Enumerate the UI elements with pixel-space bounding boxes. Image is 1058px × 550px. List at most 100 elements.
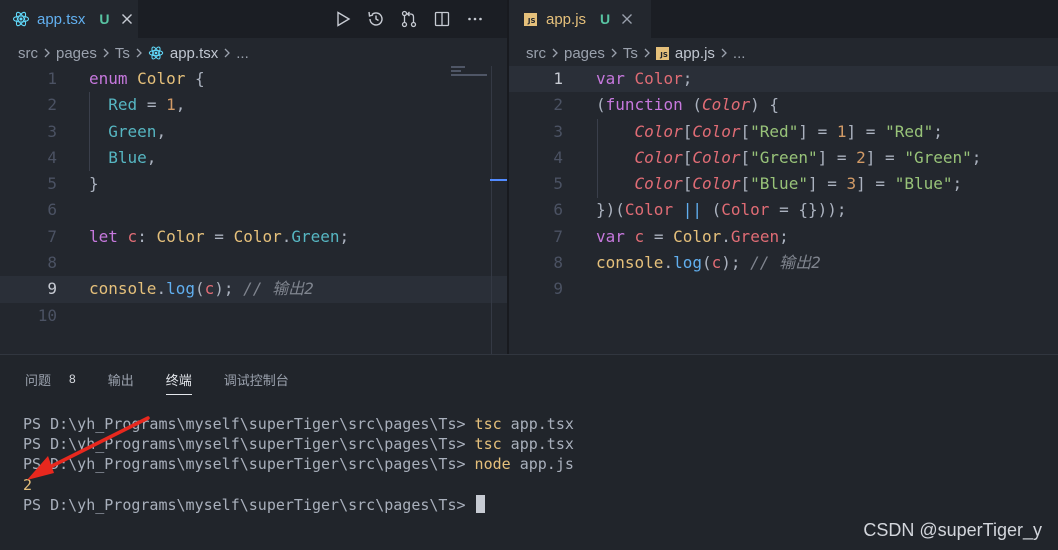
code-line: 3 Color[Color["Red"] = 1] = "Red"; [509,119,1058,145]
code-line: 2 Red = 1, [0,92,507,118]
code-line: 5} [0,171,507,197]
tab-label: 终端 [165,372,192,388]
scrollbar[interactable] [491,66,492,354]
code-editor[interactable]: 1 var Color; 2 (function (Color) { 3 Color… [509,66,1058,303]
tab-terminal[interactable]: 终端 [165,369,192,395]
watermark: CSDN @superTiger_y [863,520,1042,540]
code-line: 4 Color[Color["Green"] = 2] = "Green"; [509,145,1058,171]
breadcrumb-symbol[interactable]: ... [733,45,746,62]
chevron-right-icon [610,47,618,59]
code-text: Red = 1, [108,95,186,115]
tab-label: 输出 [107,372,134,388]
tab-app-tsx[interactable]: app.tsx U [0,0,138,38]
bottom-panel: 问题 8 输出 终端 调试控制台 PS D:\yh_Programs\mysel… [0,354,1058,550]
code-text: var Color; [596,69,693,88]
editor-pane-right[interactable]: JS app.js U src pages Ts JS app.js ... 1… [509,0,1058,354]
code-text: })(Color || (Color = {})); [596,200,847,220]
terminal-line: PS D:\yh_Programs\myself\superTiger\src\… [23,415,574,433]
tab-label: 调试控制台 [223,372,289,388]
code-text: let c: Color = Color.Green; [89,226,350,246]
breadcrumb-folder[interactable]: pages [56,45,97,62]
tab-bar: JS app.js U [509,0,1058,38]
code-text: (function (Color) { [596,95,780,115]
tab-output[interactable]: 输出 [108,369,134,389]
more-actions-icon[interactable] [465,9,485,29]
chevron-right-icon [223,47,231,59]
tab-label: app.tsx [37,10,86,28]
terminal-prompt-line: PS D:\yh_Programs\myself\superTiger\src\… [23,494,574,515]
tab-app-js[interactable]: JS app.js U [509,0,651,38]
code-line: 2 (function (Color) { [509,92,1058,118]
breadcrumb-file[interactable]: app.js [675,45,715,62]
chevron-right-icon [551,47,559,59]
code-text: var c = Color.Green; [596,226,789,246]
untracked-badge: U [600,11,611,27]
breadcrumb: src pages Ts app.tsx ... [18,40,249,66]
source-control-icon[interactable] [399,9,419,29]
terminal-cursor [475,494,485,513]
code-line: 6 [47,200,57,220]
code-text: console.log(c); // 输出2 [596,253,821,273]
run-icon[interactable] [333,9,353,29]
code-text: Blue, [108,147,157,167]
tab-debug-console[interactable]: 调试控制台 [224,369,289,389]
problems-count-badge: 8 [69,372,76,386]
editor-pane-left[interactable]: app.tsx U src pages Ts app.tsx ... 1 enu… [0,0,507,354]
terminal-line: PS D:\yh_Programs\myself\superTiger\src\… [23,455,574,474]
chevron-right-icon [643,47,651,59]
scrollbar-marker [490,179,507,181]
breadcrumb-folder[interactable]: pages [564,45,605,62]
terminal-line: PS D:\yh_Programs\myself\superTiger\src\… [23,435,574,454]
code-line: 1 enum Color { [0,66,507,92]
minimap[interactable] [451,66,491,86]
code-line: 4 Blue, [0,145,507,171]
code-text: console.log(c); // 输出2 [89,279,314,299]
react-icon [12,10,30,28]
chevron-right-icon [720,47,728,59]
breadcrumb-folder[interactable]: src [526,45,546,62]
code-text: } [89,174,99,194]
code-text: enum Color { [89,69,205,88]
tab-problems[interactable]: 问题 8 [25,369,76,389]
js-file-icon: JS [521,10,539,28]
terminal[interactable]: PS D:\yh_Programs\myself\superTiger\src\… [23,414,574,515]
chevron-right-icon [135,47,143,59]
terminal-output: 2 [23,475,33,494]
chevron-right-icon [43,47,51,59]
split-editor-icon[interactable] [432,9,452,29]
code-line-current: 1 var Color; [509,66,1058,93]
code-line: 5 Color[Color["Blue"] = 3] = "Blue"; [509,171,1058,197]
close-icon[interactable] [120,12,134,26]
panel-tabs: 问题 8 输出 终端 调试控制台 [25,369,321,395]
react-icon [148,45,164,61]
breadcrumb-folder[interactable]: Ts [623,45,638,62]
code-text: Color[Color["Blue"] = 3] = "Blue"; [634,174,963,194]
breadcrumb: src pages Ts JS app.js ... [526,40,745,66]
code-text: Color[Color["Red"] = 1] = "Red"; [634,121,943,141]
editor-actions [333,0,485,38]
js-file-icon: JS [655,46,669,60]
code-line: 10 [37,305,57,325]
breadcrumb-folder[interactable]: src [18,45,38,62]
untracked-badge: U [99,11,110,27]
close-icon[interactable] [620,12,634,26]
code-line: 7 var c = Color.Green; [509,224,1058,250]
breadcrumb-symbol[interactable]: ... [236,45,249,62]
code-line: 8 [47,253,57,273]
code-line: 6})(Color || (Color = {})); [509,197,1058,223]
code-line: 7 let c: Color = Color.Green; [0,224,507,250]
code-text: Color[Color["Green"] = 2] = "Green"; [634,147,982,167]
code-line: 8 console.log(c); // 输出2 [509,250,1058,276]
code-line: 9 [553,279,563,299]
breadcrumb-folder[interactable]: Ts [115,45,130,62]
code-text: Green, [108,121,167,141]
chevron-right-icon [102,47,110,59]
tab-label: 问题 [25,372,52,388]
tab-bar: app.tsx U [0,0,507,38]
history-icon[interactable] [366,9,386,29]
tab-label: app.js [546,10,587,28]
code-line-current: 9 console.log(c); // 输出2 [0,276,507,303]
code-editor[interactable]: 1 enum Color { 2 Red = 1, 3 Green, 4 Blue… [0,66,507,329]
code-line: 3 Green, [0,119,507,145]
breadcrumb-file[interactable]: app.tsx [170,45,218,62]
